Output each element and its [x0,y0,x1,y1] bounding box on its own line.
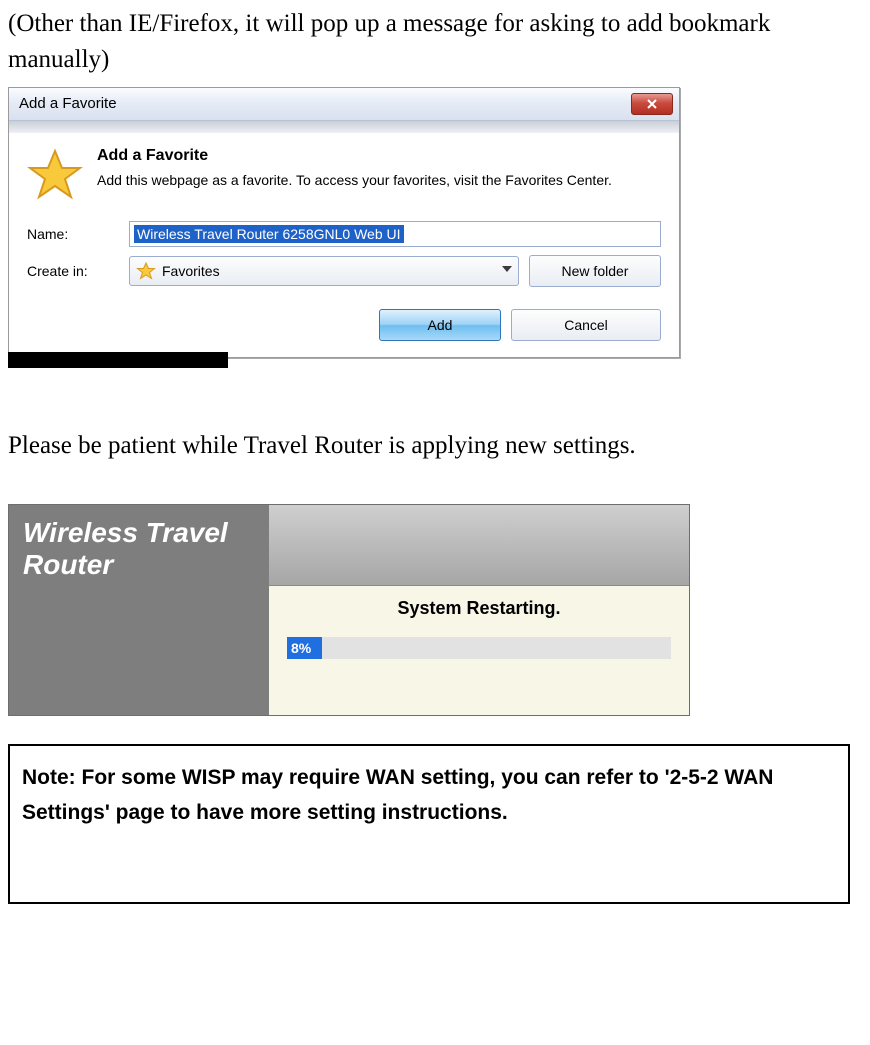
favorite-star-icon [27,147,83,207]
note-text: Note: For some WISP may require WAN sett… [22,766,773,825]
createin-value: Favorites [162,263,220,279]
intro-text: (Other than IE/Firefox, it will pop up a… [8,6,850,79]
dialog-description: Add this webpage as a favorite. To acces… [97,171,612,190]
close-icon [646,98,658,110]
createin-select[interactable]: Favorites [129,256,519,286]
cancel-button[interactable]: Cancel [511,309,661,341]
restart-header-bar [269,505,689,586]
progress-fill: 8% [287,637,322,659]
redaction-strip [8,352,228,368]
dialog-titlebar: Add a Favorite [9,88,679,121]
dialog-title: Add a Favorite [19,95,117,112]
router-brand: Wireless Travel Router [9,505,269,715]
close-button[interactable] [631,93,673,115]
name-value: Wireless Travel Router 6258GNL0 Web UI [134,225,404,243]
name-input[interactable]: Wireless Travel Router 6258GNL0 Web UI [129,221,661,247]
patience-text: Please be patient while Travel Router is… [8,428,850,464]
restart-message: System Restarting. [287,598,671,619]
add-button[interactable]: Add [379,309,501,341]
name-label: Name: [27,226,119,242]
dialog-headline: Add a Favorite [97,147,612,165]
brand-line2: Router [23,549,255,581]
restart-panel: Wireless Travel Router System Restarting… [8,504,690,716]
brand-line1: Wireless Travel [23,517,255,549]
createin-label: Create in: [27,263,119,279]
favorites-folder-icon [136,261,156,281]
add-favorite-dialog: Add a Favorite Add a Favorite Add this w… [8,87,680,358]
note-box: Note: For some WISP may require WAN sett… [8,744,850,904]
chevron-down-icon [502,266,512,272]
progress-bar: 8% [287,637,671,659]
dialog-shadowline [9,121,679,133]
new-folder-button[interactable]: New folder [529,255,661,287]
